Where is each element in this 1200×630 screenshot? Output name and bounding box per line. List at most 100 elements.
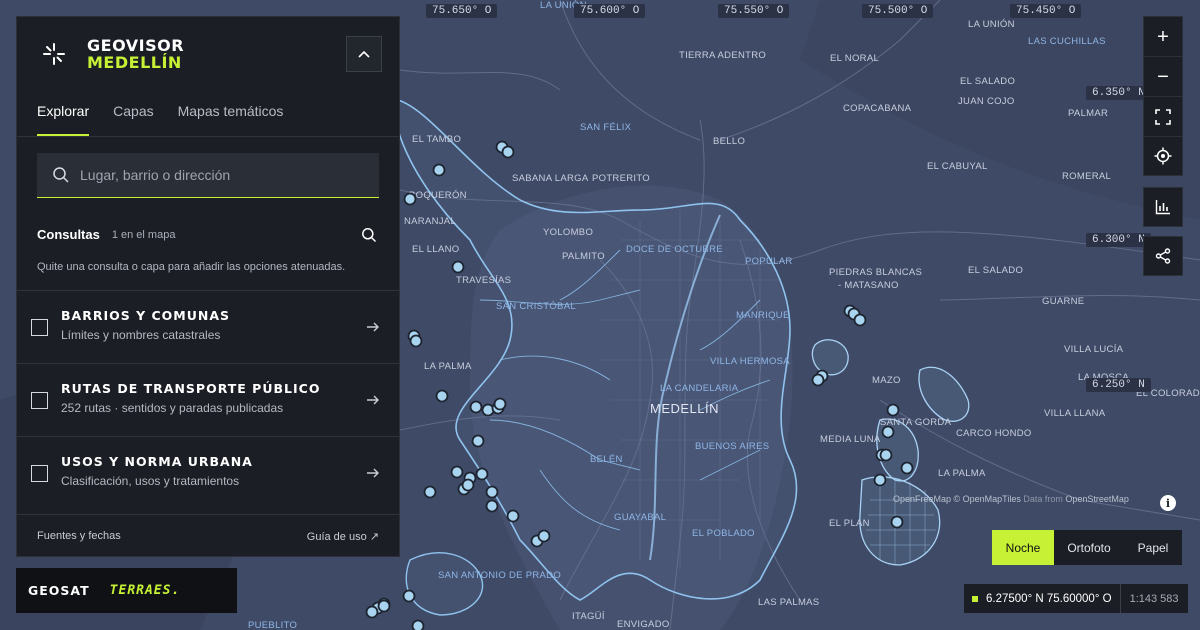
arrow-right-icon[interactable] bbox=[365, 319, 381, 335]
query-point[interactable] bbox=[879, 448, 893, 462]
sources-link[interactable]: Fuentes y fechas bbox=[37, 530, 121, 542]
map-label-media-luna: MEDIA LUNA bbox=[820, 434, 881, 445]
query-point[interactable] bbox=[402, 589, 416, 603]
cursor-coordinates: 6.27500° N 75.60000° O bbox=[986, 592, 1112, 605]
map-label-el-poblado: EL POBLADO bbox=[692, 528, 755, 539]
map-scale: 1:143 583 bbox=[1119, 584, 1188, 613]
query-point[interactable] bbox=[423, 485, 437, 499]
query-point[interactable] bbox=[485, 499, 499, 513]
map-label-boqueron: BOQUERÓN bbox=[409, 190, 467, 201]
query-point[interactable] bbox=[403, 192, 417, 206]
tab-capas[interactable]: Capas bbox=[113, 103, 153, 136]
consultas-header: Consultas 1 en el mapa bbox=[37, 225, 379, 245]
query-point[interactable] bbox=[501, 145, 515, 159]
query-point[interactable] bbox=[432, 163, 446, 177]
query-point[interactable] bbox=[471, 434, 485, 448]
collapse-panel-button[interactable] bbox=[346, 36, 382, 72]
query-point[interactable] bbox=[485, 485, 499, 499]
terraes-logo: TERRAES. bbox=[109, 583, 181, 598]
map-label-villa-llana: VILLA LLANA bbox=[1044, 408, 1106, 419]
map-label-doce-octubre: DOCE DE OCTUBRE bbox=[626, 244, 723, 255]
longitude-tick: 75.500° O bbox=[862, 4, 934, 18]
map-label-tierra-adentro: TIERRA ADENTRO bbox=[679, 50, 766, 61]
query-point[interactable] bbox=[409, 334, 423, 348]
stats-button[interactable] bbox=[1143, 187, 1183, 227]
map-label-juan-cojo: JUAN COJO bbox=[958, 96, 1015, 107]
query-point[interactable] bbox=[890, 515, 904, 529]
query-point[interactable] bbox=[493, 397, 507, 411]
layer-checkbox[interactable] bbox=[31, 465, 48, 482]
map-label-guayabal: GUAYABAL bbox=[614, 512, 666, 523]
basemap-ortofoto[interactable]: Ortofoto bbox=[1054, 530, 1124, 565]
minus-icon: − bbox=[1157, 65, 1169, 88]
query-point[interactable] bbox=[450, 465, 464, 479]
share-button[interactable] bbox=[1143, 236, 1183, 276]
tab-explorar[interactable]: Explorar bbox=[37, 103, 90, 136]
query-point[interactable] bbox=[900, 461, 914, 475]
latitude-tick: 6.250° N bbox=[1086, 378, 1151, 392]
chevron-up-icon bbox=[358, 50, 370, 58]
fullscreen-button[interactable] bbox=[1143, 96, 1183, 136]
arrow-right-icon[interactable] bbox=[365, 465, 381, 481]
query-point[interactable] bbox=[853, 313, 867, 327]
zoom-in-button[interactable]: + bbox=[1143, 16, 1183, 56]
map-label-las-cuchillas: LAS CUCHILLAS bbox=[1028, 36, 1106, 47]
layer-item-barrios[interactable]: BARRIOS Y COMUNAS Límites y nombres cata… bbox=[17, 290, 399, 363]
plus-icon: + bbox=[1157, 25, 1169, 48]
panel-footer: Fuentes y fechas Guía de uso ↗ bbox=[17, 514, 399, 556]
layer-subtitle: 252 rutas · sentidos y paradas publicada… bbox=[61, 401, 284, 415]
query-point[interactable] bbox=[461, 478, 475, 492]
layer-item-usos[interactable]: USOS Y NORMA URBANA Clasificación, usos … bbox=[17, 436, 399, 509]
query-point[interactable] bbox=[469, 400, 483, 414]
locate-button[interactable] bbox=[1143, 136, 1183, 176]
consultas-search-button[interactable] bbox=[359, 225, 379, 245]
brand-city: MEDELLÍN bbox=[87, 53, 182, 72]
query-point[interactable] bbox=[377, 599, 391, 613]
longitude-tick: 75.450° O bbox=[1010, 4, 1082, 18]
query-point[interactable] bbox=[481, 403, 495, 417]
map-label-bello: BELLO bbox=[713, 136, 745, 147]
longitude-tick: 75.600° O bbox=[574, 4, 646, 18]
query-point[interactable] bbox=[411, 619, 425, 630]
tab-mapas-tematicos[interactable]: Mapas temáticos bbox=[178, 103, 284, 136]
search-input[interactable] bbox=[80, 167, 360, 183]
map-label-las-palmas: LAS PALMAS bbox=[758, 597, 819, 608]
map-label-sabana-larga: SABANA LARGA bbox=[512, 173, 589, 184]
query-point[interactable] bbox=[537, 529, 551, 543]
query-point[interactable] bbox=[873, 473, 887, 487]
map-label-manrique: MANRIQUE bbox=[736, 310, 790, 321]
map-label-matasano: - MATASANO bbox=[838, 280, 899, 291]
map-city-label: MEDELLÍN bbox=[650, 401, 719, 416]
partner-logos: GEOSAT TERRAES. bbox=[16, 568, 237, 613]
map-label-el-noral: EL NORAL bbox=[830, 53, 879, 64]
basemap-noche[interactable]: Noche bbox=[992, 530, 1054, 565]
query-point[interactable] bbox=[881, 425, 895, 439]
zoom-out-button[interactable]: − bbox=[1143, 56, 1183, 96]
query-point[interactable] bbox=[886, 403, 900, 417]
layer-subtitle: Clasificación, usos y tratamientos bbox=[61, 474, 240, 488]
query-point[interactable] bbox=[365, 605, 379, 619]
query-point[interactable] bbox=[435, 389, 449, 403]
layer-checkbox[interactable] bbox=[31, 392, 48, 409]
basemap-papel[interactable]: Papel bbox=[1124, 530, 1182, 565]
attribution-osm[interactable]: OpenStreetMap bbox=[1065, 494, 1129, 504]
guide-link[interactable]: Guía de uso ↗ bbox=[307, 530, 379, 543]
map-label-san-antonio: SAN ANTONIO DE PRADO bbox=[438, 570, 561, 581]
search-icon bbox=[362, 228, 377, 243]
query-point[interactable] bbox=[811, 373, 825, 387]
search-box bbox=[37, 153, 379, 198]
map-label-san-felix: SAN FÉLIX bbox=[580, 122, 632, 133]
map-label-itagui: ITAGÜÍ bbox=[572, 611, 605, 622]
query-point[interactable] bbox=[475, 467, 489, 481]
layer-item-rutas[interactable]: RUTAS DE TRANSPORTE PÚBLICO 252 rutas · … bbox=[17, 363, 399, 436]
info-icon[interactable]: i bbox=[1160, 495, 1176, 511]
query-point[interactable] bbox=[451, 260, 465, 274]
query-point[interactable] bbox=[506, 509, 520, 523]
arrow-right-icon[interactable] bbox=[365, 392, 381, 408]
map-label-mazo: MAZO bbox=[872, 375, 901, 386]
layer-checkbox[interactable] bbox=[31, 319, 48, 336]
map-label-populares: POPULAR bbox=[745, 256, 793, 267]
map-label-romeral: ROMERAL bbox=[1062, 171, 1111, 182]
map-label-travesias: TRAVESÍAS bbox=[456, 275, 511, 286]
map-label-san-cristobal: SAN CRISTÓBAL bbox=[496, 301, 576, 312]
